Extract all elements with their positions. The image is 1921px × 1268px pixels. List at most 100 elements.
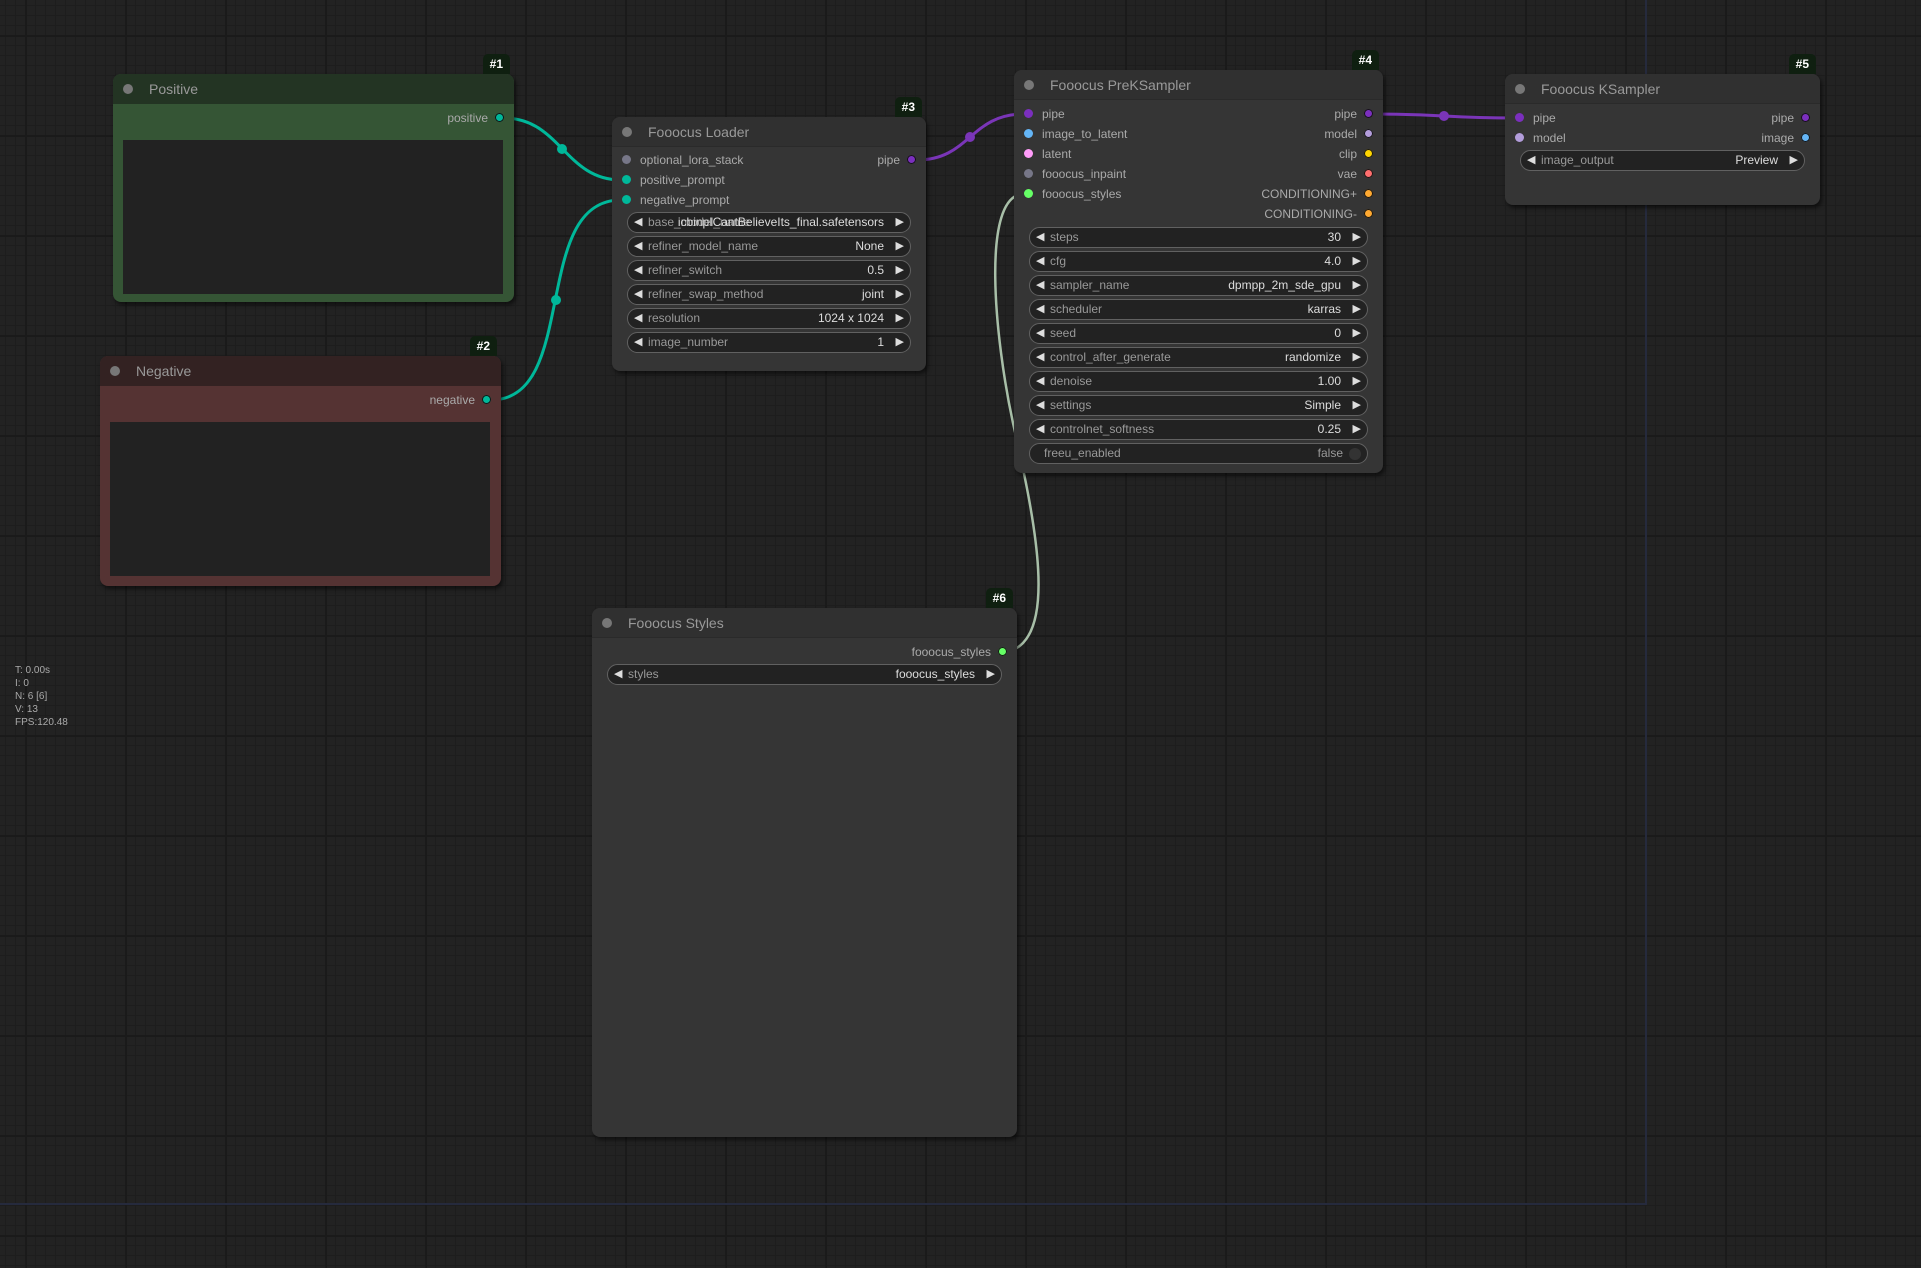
node-positive[interactable]: #1 Positive positive: [113, 54, 514, 302]
arrow-left-icon[interactable]: ◀: [1036, 300, 1044, 319]
arrow-right-icon[interactable]: ▶: [1353, 348, 1361, 367]
widget-image-number[interactable]: ◀ image_number 1 ▶: [627, 332, 911, 353]
node-fooocus-prek-sampler[interactable]: #4 Fooocus PreKSampler pipe pipe image_t…: [1014, 50, 1383, 473]
output-pin-icon[interactable]: [1364, 209, 1373, 218]
collapse-dot-icon[interactable]: [622, 127, 632, 137]
output-pin-icon[interactable]: [1801, 133, 1810, 142]
toggle-freeu-enabled[interactable]: freeu_enabled false: [1029, 443, 1368, 464]
arrow-left-icon[interactable]: ◀: [634, 285, 642, 304]
widget-base-model-name[interactable]: ◀ base_model_name icbinpICantBelieveIts_…: [627, 212, 911, 233]
input-pin-icon[interactable]: [622, 155, 631, 164]
node-fooocus-styles[interactable]: #6 Fooocus Styles fooocus_styles ◀ style…: [592, 588, 1017, 1137]
arrow-right-icon[interactable]: ▶: [1353, 228, 1361, 247]
input-pin-icon[interactable]: [622, 195, 631, 204]
output-pin-icon[interactable]: [482, 395, 491, 404]
arrow-right-icon[interactable]: ▶: [1790, 151, 1798, 170]
collapse-dot-icon[interactable]: [123, 84, 133, 94]
input-pin-icon[interactable]: [1024, 109, 1033, 118]
output-slot-positive[interactable]: positive: [113, 108, 514, 128]
arrow-left-icon[interactable]: ◀: [634, 333, 642, 352]
link-positive-to-loader[interactable]: [503, 116, 622, 182]
arrow-right-icon[interactable]: ▶: [1353, 420, 1361, 439]
output-pin-icon[interactable]: [1364, 109, 1373, 118]
node-title[interactable]: Fooocus Loader: [612, 117, 926, 147]
arrow-left-icon[interactable]: ◀: [634, 213, 642, 232]
node-title[interactable]: Fooocus PreKSampler: [1014, 70, 1383, 100]
input-pin-icon[interactable]: [1024, 129, 1033, 138]
link-prek-to-ksampler[interactable]: [1372, 112, 1516, 120]
arrow-right-icon[interactable]: ▶: [1353, 252, 1361, 271]
input-pin-icon[interactable]: [1024, 189, 1033, 198]
node-fooocus-ksampler[interactable]: #5 Fooocus KSampler pipe pipe model imag…: [1505, 54, 1820, 205]
output-pin-icon[interactable]: [1801, 113, 1810, 122]
positive-prompt-textarea[interactable]: [123, 140, 503, 294]
node-negative[interactable]: #2 Negative negative: [100, 336, 501, 586]
output-pin-icon[interactable]: [998, 647, 1007, 656]
collapse-dot-icon[interactable]: [1024, 80, 1034, 90]
arrow-left-icon[interactable]: ◀: [1036, 252, 1044, 271]
arrow-left-icon[interactable]: ◀: [1036, 396, 1044, 415]
link-prek-ksampler-midpoint[interactable]: [1439, 111, 1449, 121]
arrow-left-icon[interactable]: ◀: [634, 309, 642, 328]
node-fooocus-loader[interactable]: #3 Fooocus Loader optional_lora_stack pi…: [612, 97, 926, 371]
arrow-left-icon[interactable]: ◀: [1036, 324, 1044, 343]
collapse-dot-icon[interactable]: [602, 618, 612, 628]
arrow-right-icon[interactable]: ▶: [1353, 300, 1361, 319]
node-title[interactable]: Fooocus Styles: [592, 608, 1017, 638]
output-pin-icon[interactable]: [1364, 149, 1373, 158]
node-title[interactable]: Positive: [113, 74, 514, 104]
input-pin-icon[interactable]: [1024, 149, 1033, 158]
arrow-right-icon[interactable]: ▶: [1353, 372, 1361, 391]
link-loader-to-prek[interactable]: [916, 112, 1025, 162]
arrow-right-icon[interactable]: ▶: [896, 333, 904, 352]
widget-sampler-name[interactable]: ◀ sampler_name dpmpp_2m_sde_gpu ▶: [1029, 275, 1368, 296]
widget-refiner-model-name[interactable]: ◀ refiner_model_name None ▶: [627, 236, 911, 257]
arrow-right-icon[interactable]: ▶: [896, 261, 904, 280]
input-pin-icon[interactable]: [1515, 133, 1524, 142]
widget-seed[interactable]: ◀ seed 0 ▶: [1029, 323, 1368, 344]
arrow-left-icon[interactable]: ◀: [1036, 228, 1044, 247]
arrow-left-icon[interactable]: ◀: [1036, 372, 1044, 391]
widget-scheduler[interactable]: ◀ scheduler karras ▶: [1029, 299, 1368, 320]
arrow-left-icon[interactable]: ◀: [634, 237, 642, 256]
output-slot-negative[interactable]: negative: [100, 390, 501, 410]
widget-control-after-generate[interactable]: ◀ control_after_generate randomize ▶: [1029, 347, 1368, 368]
arrow-right-icon[interactable]: ▶: [1353, 276, 1361, 295]
link-positive-midpoint[interactable]: [557, 144, 567, 154]
arrow-right-icon[interactable]: ▶: [896, 213, 904, 232]
collapse-dot-icon[interactable]: [110, 366, 120, 376]
widget-styles[interactable]: ◀ styles fooocus_styles ▶: [607, 664, 1002, 685]
negative-prompt-textarea[interactable]: [110, 422, 490, 576]
node-title[interactable]: Fooocus KSampler: [1505, 74, 1820, 104]
input-pin-icon[interactable]: [622, 175, 631, 184]
widget-resolution[interactable]: ◀ resolution 1024 x 1024 ▶: [627, 308, 911, 329]
arrow-left-icon[interactable]: ◀: [1527, 151, 1535, 170]
collapse-dot-icon[interactable]: [1515, 84, 1525, 94]
toggle-knob-icon[interactable]: [1349, 448, 1361, 460]
arrow-right-icon[interactable]: ▶: [987, 665, 995, 684]
output-pin-icon[interactable]: [907, 155, 916, 164]
output-pin-icon[interactable]: [1364, 169, 1373, 178]
output-pin-icon[interactable]: [1364, 189, 1373, 198]
arrow-left-icon[interactable]: ◀: [634, 261, 642, 280]
widget-cfg[interactable]: ◀ cfg 4.0 ▶: [1029, 251, 1368, 272]
link-loader-prek-midpoint[interactable]: [965, 132, 975, 142]
output-pin-icon[interactable]: [495, 113, 504, 122]
arrow-left-icon[interactable]: ◀: [1036, 276, 1044, 295]
widget-controlnet-softness[interactable]: ◀ controlnet_softness 0.25 ▶: [1029, 419, 1368, 440]
widget-refiner-swap-method[interactable]: ◀ refiner_swap_method joint ▶: [627, 284, 911, 305]
input-pin-icon[interactable]: [1024, 169, 1033, 178]
arrow-right-icon[interactable]: ▶: [896, 309, 904, 328]
widget-steps[interactable]: ◀ steps 30 ▶: [1029, 227, 1368, 248]
input-pin-icon[interactable]: [1515, 113, 1524, 122]
arrow-left-icon[interactable]: ◀: [1036, 420, 1044, 439]
node-title[interactable]: Negative: [100, 356, 501, 386]
arrow-left-icon[interactable]: ◀: [1036, 348, 1044, 367]
widget-refiner-switch[interactable]: ◀ refiner_switch 0.5 ▶: [627, 260, 911, 281]
widget-denoise[interactable]: ◀ denoise 1.00 ▶: [1029, 371, 1368, 392]
output-pin-icon[interactable]: [1364, 129, 1373, 138]
arrow-right-icon[interactable]: ▶: [1353, 396, 1361, 415]
arrow-right-icon[interactable]: ▶: [896, 237, 904, 256]
arrow-left-icon[interactable]: ◀: [614, 665, 622, 684]
widget-settings[interactable]: ◀ settings Simple ▶: [1029, 395, 1368, 416]
